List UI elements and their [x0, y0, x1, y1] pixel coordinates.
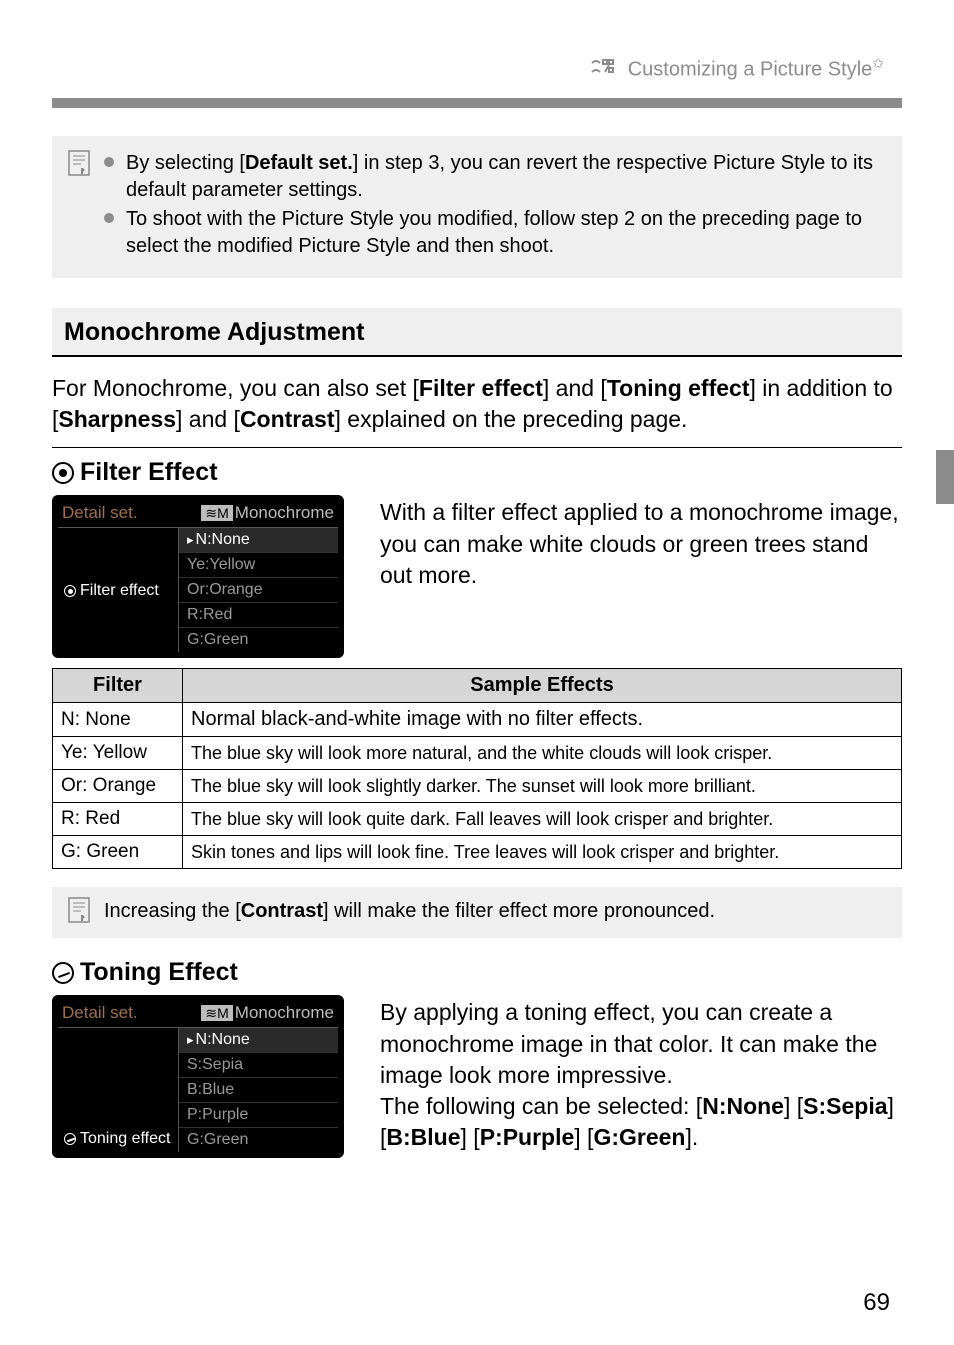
- table-header: Filter: [53, 669, 183, 703]
- screen-option: Or:Orange: [179, 577, 338, 602]
- note-text: Increasing the [Contrast] will make the …: [104, 897, 715, 925]
- screen-option: R:Red: [179, 602, 338, 627]
- screen-mode: ≋MMonochrome: [201, 503, 334, 523]
- screen-mode: ≋MMonochrome: [201, 1003, 334, 1023]
- screen-option: Ye:Yellow: [179, 552, 338, 577]
- section-intro: For Monochrome, you can also set [Filter…: [52, 373, 902, 435]
- filter-table: Filter Sample Effects N: NoneNormal blac…: [52, 668, 902, 869]
- note-item: By selecting [Default set.] in step 3, y…: [126, 150, 882, 204]
- screen-option: S:Sepia: [179, 1052, 338, 1077]
- screen-option: N:None: [179, 528, 338, 552]
- screen-option: G:Green: [179, 627, 338, 652]
- screen-options: N:None S:Sepia B:Blue P:Purple G:Green: [178, 1028, 338, 1152]
- screen-options: N:None Ye:Yellow Or:Orange R:Red G:Green: [178, 528, 338, 652]
- star-icon: ✩: [872, 55, 884, 71]
- note-icon: [68, 897, 92, 928]
- screen-setting-label: Filter effect: [64, 582, 174, 600]
- table-row: Ye: YellowThe blue sky will look more na…: [53, 737, 902, 770]
- header-title: Customizing a Picture Style: [628, 59, 873, 81]
- toning-icon: [52, 962, 74, 984]
- page-number: 69: [863, 1289, 890, 1317]
- table-row: G: GreenSkin tones and lips will look fi…: [53, 836, 902, 869]
- note-icon: [68, 150, 92, 262]
- screen-title: Detail set.: [62, 503, 138, 523]
- picture-style-icon: [590, 58, 616, 82]
- toning-effect-heading: Toning Effect: [52, 958, 902, 987]
- toning-row: Detail set. ≋MMonochrome Toning effect N…: [52, 995, 902, 1158]
- filter-effect-heading: Filter Effect: [52, 458, 902, 487]
- table-row: R: RedThe blue sky will look quite dark.…: [53, 803, 902, 836]
- camera-screen-toning: Detail set. ≋MMonochrome Toning effect N…: [52, 995, 344, 1158]
- camera-screen-filter: Detail set. ≋MMonochrome Filter effect N…: [52, 495, 344, 658]
- note-box-contrast: Increasing the [Contrast] will make the …: [52, 887, 902, 938]
- screen-option: B:Blue: [179, 1077, 338, 1102]
- section-heading: Monochrome Adjustment: [52, 308, 902, 357]
- screen-option: G:Green: [179, 1127, 338, 1152]
- header-bar: [52, 98, 902, 108]
- note-box: By selecting [Default set.] in step 3, y…: [52, 136, 902, 278]
- side-tab: [936, 450, 954, 504]
- screen-setting-label: Toning effect: [64, 1130, 174, 1148]
- screen-option: P:Purple: [179, 1102, 338, 1127]
- toning-desc: By applying a toning effect, you can cre…: [380, 995, 902, 1152]
- divider: [52, 447, 902, 448]
- filter-icon: [52, 462, 74, 484]
- filter-row: Detail set. ≋MMonochrome Filter effect N…: [52, 495, 902, 658]
- table-row: Or: OrangeThe blue sky will look slightl…: [53, 770, 902, 803]
- page-header: Customizing a Picture Style✩: [0, 0, 954, 92]
- note-item: To shoot with the Picture Style you modi…: [126, 206, 882, 260]
- note-list: By selecting [Default set.] in step 3, y…: [104, 150, 882, 262]
- screen-option: N:None: [179, 1028, 338, 1052]
- table-header: Sample Effects: [183, 669, 902, 703]
- screen-title: Detail set.: [62, 1003, 138, 1023]
- table-row: N: NoneNormal black-and-white image with…: [53, 703, 902, 737]
- filter-desc: With a filter effect applied to a monoch…: [380, 495, 902, 590]
